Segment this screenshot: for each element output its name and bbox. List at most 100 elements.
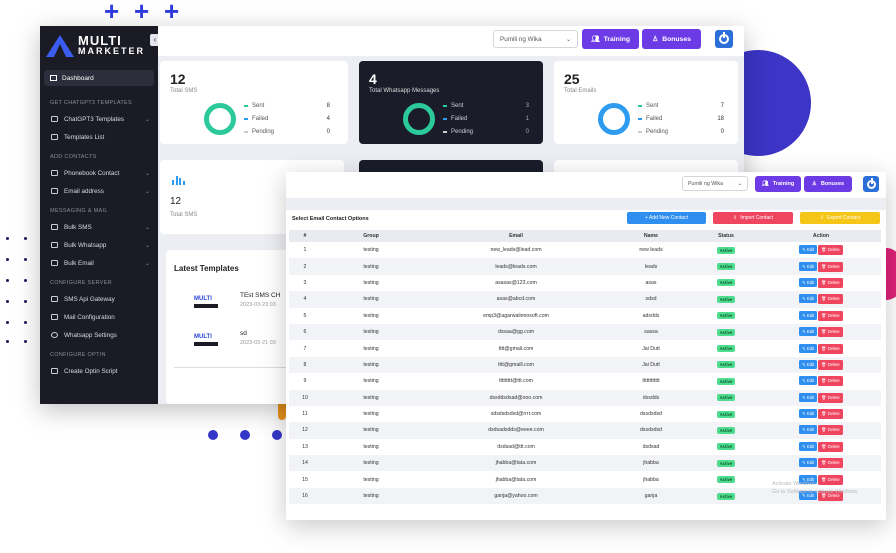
- stat-label: Failed: [451, 116, 468, 122]
- action-cell: ✎ Edit 🗑︎ Delete: [761, 340, 881, 356]
- delete-button[interactable]: 🗑︎ Delete: [818, 441, 843, 452]
- delete-button[interactable]: 🗑︎ Delete: [818, 458, 843, 469]
- sidebar-item-dashboard[interactable]: Dashboard: [44, 70, 154, 86]
- edit-button[interactable]: ✎ Edit: [799, 441, 818, 451]
- sms-icon: [51, 224, 58, 230]
- sidebar-item-label: Create Optin Script: [64, 367, 118, 375]
- delete-button[interactable]: 🗑︎ Delete: [818, 409, 843, 420]
- sidebar-item-label: Mail Configuration: [64, 313, 115, 321]
- template-item[interactable]: MULTI sd 2023-03-21 03: [174, 328, 294, 358]
- delete-button[interactable]: 🗑︎ Delete: [818, 294, 843, 305]
- import-contact-label: Import Contact: [740, 215, 773, 221]
- sidebar-item-templates-list[interactable]: Templates List: [40, 128, 158, 146]
- status-badge: Active: [716, 263, 736, 271]
- delete-button[interactable]: 🗑︎ Delete: [818, 327, 843, 338]
- delete-button[interactable]: 🗑︎ Delete: [818, 261, 843, 272]
- template-thumbnail: MULTI: [194, 334, 220, 348]
- logo-mark-icon: [46, 35, 74, 57]
- sidebar-item-create-optin-script[interactable]: Create Optin Script: [40, 362, 158, 380]
- template-icon: [51, 116, 58, 122]
- status-cell: Active: [691, 275, 761, 291]
- delete-button[interactable]: 🗑︎ Delete: [818, 359, 843, 370]
- brand-logo[interactable]: MULTI MARKETER: [40, 26, 158, 66]
- column-header[interactable]: Status: [691, 230, 761, 242]
- delete-button[interactable]: 🗑︎ Delete: [818, 376, 843, 387]
- chevron-down-icon: ⌄: [565, 37, 571, 43]
- edit-label: Edit: [806, 394, 815, 400]
- sidebar-item-bulk-sms[interactable]: Bulk SMS ⌄: [40, 218, 158, 236]
- sidebar-item-sms-api-gateway[interactable]: SMS Api Gateway: [40, 290, 158, 308]
- row-number: 7: [303, 345, 307, 352]
- column-header[interactable]: #: [289, 230, 321, 242]
- sidebar-item-phonebook-contact[interactable]: Phonebook Contact ⌄: [40, 164, 158, 182]
- import-contact-button[interactable]: ⇪ Import Contact: [713, 212, 793, 224]
- stat-pending: Pending 0: [244, 129, 330, 135]
- bonuses-button[interactable]: ♙ Bonuses: [804, 176, 852, 192]
- status-badge: Active: [716, 394, 736, 402]
- export-contact-button[interactable]: ⇩ Export Contact: [800, 212, 880, 224]
- column-header[interactable]: Name: [611, 230, 691, 242]
- delete-button[interactable]: 🗑︎ Delete: [818, 245, 843, 256]
- row-number: 3: [303, 279, 307, 286]
- edit-button[interactable]: ✎ Edit: [799, 392, 818, 402]
- donut-chart-icon: [204, 103, 236, 135]
- edit-button[interactable]: ✎ Edit: [799, 425, 818, 435]
- delete-button[interactable]: 🗑︎ Delete: [818, 277, 843, 288]
- sidebar-item-chatgpt3-templates[interactable]: ChatGPT3 Templates ⌄: [40, 110, 158, 128]
- edit-button[interactable]: ✎ Edit: [799, 277, 818, 287]
- column-header[interactable]: Action: [761, 230, 881, 242]
- bonuses-button[interactable]: ♙ Bonuses: [642, 29, 701, 49]
- stat-failed: Failed 4: [244, 116, 330, 122]
- logout-button[interactable]: [715, 30, 733, 48]
- edit-button[interactable]: ✎ Edit: [799, 310, 818, 320]
- sidebar-item-bulk-email[interactable]: Bulk Email ⌄: [40, 254, 158, 272]
- top-bar: Pumili ng Wika ⌄ 👥︎ Training ♙ Bonuses: [286, 172, 886, 198]
- group-cell: testing: [321, 356, 421, 374]
- delete-button[interactable]: 🗑︎ Delete: [818, 392, 843, 403]
- add-contact-button[interactable]: + Add New Contact: [627, 212, 706, 224]
- edit-button[interactable]: ✎ Edit: [799, 261, 818, 271]
- edit-button[interactable]: ✎ Edit: [799, 359, 818, 369]
- latest-templates-title: Latest Templates: [174, 264, 239, 273]
- logout-button[interactable]: [863, 176, 879, 192]
- name-cell: dssdsdsd: [611, 422, 691, 439]
- column-header[interactable]: Group: [321, 230, 421, 242]
- sidebar-item-whatsapp-settings[interactable]: Whatsapp Settings: [40, 326, 158, 344]
- action-cell: ✎ Edit 🗑︎ Delete: [761, 308, 881, 324]
- action-cell: ✎ Edit 🗑︎ Delete: [761, 291, 881, 308]
- action-cell: ✎ Edit 🗑︎ Delete: [761, 356, 881, 374]
- sidebar-item-email-address[interactable]: Email address ⌄: [40, 182, 158, 200]
- name-cell: tttttttttttt: [642, 378, 660, 385]
- training-button[interactable]: 👥︎ Training: [755, 176, 801, 192]
- column-header[interactable]: Email: [421, 230, 611, 242]
- delete-label: Delete: [827, 263, 840, 269]
- language-select[interactable]: Pumili ng Wika ⌄: [493, 30, 578, 48]
- delete-button[interactable]: 🗑︎ Delete: [818, 310, 843, 321]
- edit-button[interactable]: ✎ Edit: [799, 376, 818, 386]
- status-cell: Active: [691, 422, 761, 439]
- template-item[interactable]: MULTI TEst SMS CH 2023-03-23 03: [174, 290, 294, 320]
- edit-button[interactable]: ✎ Edit: [799, 409, 818, 419]
- edit-button[interactable]: ✎ Edit: [799, 294, 818, 304]
- sidebar-item-label: Bulk Whatsapp: [64, 241, 107, 249]
- edit-button[interactable]: ✎ Edit: [799, 458, 818, 468]
- template-name: sd: [240, 330, 247, 337]
- stat-label: Failed: [252, 116, 269, 122]
- training-button[interactable]: 👥︎ Training: [582, 29, 639, 49]
- delete-button[interactable]: 🗑︎ Delete: [818, 425, 843, 436]
- language-select[interactable]: Pumili ng Wika ⌄: [682, 176, 748, 191]
- sidebar-item-mail-configuration[interactable]: Mail Configuration: [40, 308, 158, 326]
- edit-label: Edit: [806, 460, 815, 466]
- sidebar-item-bulk-whatsapp[interactable]: Bulk Whatsapp ⌄: [40, 236, 158, 254]
- delete-button[interactable]: 🗑︎ Delete: [818, 343, 843, 354]
- group-cell: testing: [321, 323, 421, 341]
- legend-marker: [638, 105, 642, 107]
- status-badge: Active: [716, 426, 736, 434]
- edit-button[interactable]: ✎ Edit: [799, 343, 818, 353]
- stat-label: Sent: [252, 103, 265, 109]
- logo-line2: MARKETER: [78, 46, 145, 56]
- edit-button[interactable]: ✎ Edit: [799, 327, 818, 337]
- edit-button[interactable]: ✎ Edit: [799, 245, 818, 255]
- table-row: 5 testing emp3@agarwalinnosoft.com adsdds Ac…: [289, 308, 881, 324]
- card-label: Total Whatsapp Messages: [369, 88, 440, 94]
